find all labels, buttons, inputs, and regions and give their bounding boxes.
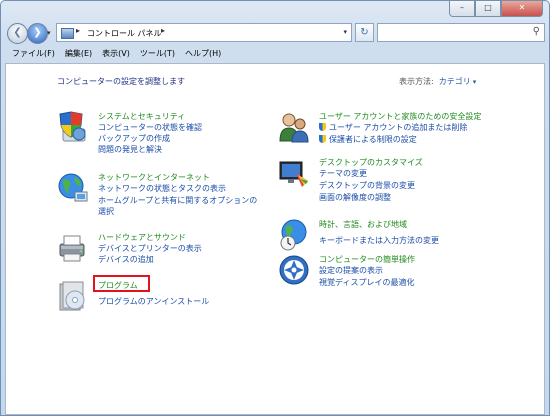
globe-network-icon [58, 173, 88, 202]
link-parental-controls-label[interactable]: 保護者による制限の設定 [329, 135, 417, 144]
link-optimize-display[interactable]: 視覚ディスプレイの最適化 [319, 277, 414, 288]
link-add-remove-user-label[interactable]: ユーザー アカウントの追加または削除 [329, 123, 467, 132]
search-input[interactable]: ⚲ [377, 23, 545, 42]
control-panel-icon [61, 28, 74, 39]
refresh-button[interactable]: ↻ [355, 23, 374, 42]
users-icon [279, 113, 309, 143]
category-title-hardware-sound[interactable]: ハードウェアとサウンド [98, 232, 186, 243]
breadcrumb-separator[interactable]: ▸ [161, 26, 165, 35]
category-title-user-accounts[interactable]: ユーザー アカウントと家族のための安全設定 [319, 111, 481, 122]
menu-edit[interactable]: 編集(E) [60, 46, 97, 62]
category-title-clock-language-region[interactable]: 時計、言語、および地域 [319, 219, 407, 230]
highlight-box [93, 275, 150, 292]
title-bar: – □ ✕ [1, 1, 549, 17]
search-icon[interactable]: ⚲ [533, 26, 540, 37]
view-by-dropdown[interactable]: カテゴリ [439, 77, 471, 86]
category-title-system-security[interactable]: システムとセキュリティ [98, 111, 185, 122]
link-add-device[interactable]: デバイスの追加 [98, 254, 154, 265]
link-devices-printers[interactable]: デバイスとプリンターの表示 [98, 243, 202, 254]
link-change-theme[interactable]: テーマの変更 [319, 168, 367, 179]
forward-button[interactable]: ❯ [27, 23, 48, 44]
address-bar[interactable]: ▸ コントロール パネル ▸ ▾ [56, 23, 352, 42]
address-dropdown-icon[interactable]: ▾ [343, 28, 347, 36]
category-title-appearance[interactable]: デスクトップのカスタマイズ [319, 157, 423, 168]
link-adjust-resolution[interactable]: 画面の解像度の調整 [319, 192, 391, 203]
shield-computer-icon [59, 111, 86, 142]
content-pane: コンピューターの設定を調整します 表示方法: カテゴリ ▾ システムとセキュリティ … [5, 63, 545, 415]
ease-of-access-icon [279, 255, 309, 285]
link-create-backup[interactable]: バックアップの作成 [98, 133, 170, 144]
link-suggested-settings[interactable]: 設定の提案の表示 [319, 265, 383, 276]
link-network-status[interactable]: ネットワークの状態とタスクの表示 [98, 183, 226, 194]
link-homegroup-options[interactable]: ホームグループと共有に関するオプションの [98, 195, 257, 206]
breadcrumb-separator[interactable]: ▸ [76, 26, 80, 35]
uac-shield-icon [319, 135, 326, 143]
printer-speaker-icon [59, 235, 85, 262]
category-title-ease-of-access[interactable]: コンピューターの簡単操作 [319, 254, 415, 265]
link-homegroup-options-cont[interactable]: 選択 [98, 206, 114, 217]
control-panel-window: – □ ✕ ❮ ❯ ▾ ▸ コントロール パネル ▸ ▾ ↻ ⚲ ファイル(F)… [0, 0, 550, 416]
link-check-computer-status[interactable]: コンピューターの状態を確認 [98, 122, 202, 133]
close-button[interactable]: ✕ [501, 1, 543, 17]
link-change-keyboard[interactable]: キーボードまたは入力方法の変更 [319, 235, 439, 246]
recent-pages-dropdown[interactable]: ▾ [47, 29, 51, 37]
menu-help[interactable]: ヘルプ(H) [180, 46, 226, 62]
link-parental-controls[interactable]: 保護者による制限の設定 [319, 134, 417, 145]
back-button[interactable]: ❮ [7, 23, 28, 44]
address-row: ❮ ❯ ▾ ▸ コントロール パネル ▸ ▾ ↻ ⚲ [1, 21, 549, 45]
maximize-button[interactable]: □ [475, 1, 501, 17]
menu-bar: ファイル(F) 編集(E) 表示(V) ツール(T) ヘルプ(H) [1, 46, 549, 62]
view-by: 表示方法: カテゴリ ▾ [399, 76, 476, 87]
view-by-label: 表示方法: [399, 77, 434, 86]
clock-globe-icon [280, 219, 307, 251]
programs-disc-icon [59, 281, 85, 311]
link-change-background[interactable]: デスクトップの背景の変更 [319, 180, 415, 191]
page-title: コンピューターの設定を調整します [57, 77, 185, 86]
chevron-down-icon[interactable]: ▾ [473, 78, 477, 86]
link-add-remove-user[interactable]: ユーザー アカウントの追加または削除 [319, 122, 467, 133]
category-title-network-internet[interactable]: ネットワークとインターネット [98, 172, 210, 183]
menu-file[interactable]: ファイル(F) [7, 46, 60, 62]
menu-tools[interactable]: ツール(T) [135, 46, 180, 62]
breadcrumb-control-panel[interactable]: コントロール パネル [87, 28, 162, 39]
link-troubleshoot[interactable]: 問題の発見と解決 [98, 144, 162, 155]
menu-view[interactable]: 表示(V) [97, 46, 135, 62]
uac-shield-icon [319, 123, 326, 131]
minimize-button[interactable]: – [449, 1, 475, 17]
link-uninstall-program[interactable]: プログラムのアンインストール [98, 296, 209, 307]
monitor-palette-icon [279, 161, 308, 187]
window-controls: – □ ✕ [449, 1, 543, 17]
